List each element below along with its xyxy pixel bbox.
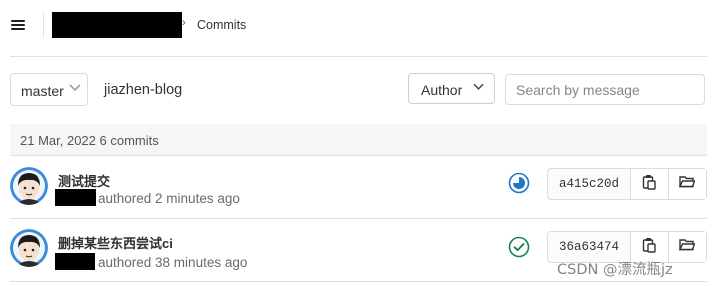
- commit-authored-time: authored 38 minutes ago: [98, 255, 248, 270]
- browse-files-button[interactable]: [667, 232, 706, 262]
- author-button-label: Author: [421, 82, 463, 98]
- divider: [43, 12, 44, 38]
- hamburger-icon[interactable]: [11, 18, 27, 32]
- row-divider: [10, 281, 707, 282]
- header-divider: [10, 56, 707, 57]
- search-input[interactable]: [505, 74, 705, 105]
- chevron-down-icon: [473, 82, 484, 94]
- redacted-author-name: [55, 253, 95, 270]
- breadcrumb-current[interactable]: Commits: [197, 18, 246, 32]
- pipeline-running-icon[interactable]: [508, 172, 530, 194]
- commit-sha[interactable]: a415c20d: [548, 169, 630, 199]
- redacted-project-name: [52, 12, 182, 38]
- folder-open-icon: [679, 175, 696, 193]
- day-group-label: 21 Mar, 2022 6 commits: [20, 133, 159, 148]
- commit-title[interactable]: 测试提交: [58, 171, 110, 190]
- clipboard-icon: [642, 174, 657, 195]
- commit-title[interactable]: 删掉某些东西尝试ci: [58, 233, 173, 252]
- branch-label: master: [21, 83, 64, 99]
- top-bar: › Commits: [0, 0, 717, 54]
- redacted-author-name: [55, 189, 96, 206]
- commit-row: 测试提交 authored 2 minutes ago a415c20d: [10, 157, 707, 219]
- chevron-down-icon: [69, 83, 81, 95]
- avatar[interactable]: [10, 229, 48, 267]
- copy-sha-button[interactable]: [629, 169, 668, 199]
- author-filter-button[interactable]: Author: [408, 73, 495, 104]
- commit-sha-group: a415c20d: [547, 168, 707, 200]
- row-divider: [10, 155, 707, 156]
- breadcrumb-separator: ›: [182, 17, 186, 29]
- pipeline-passed-icon[interactable]: [508, 236, 530, 258]
- watermark: CSDN @漂流瓶jz: [557, 262, 673, 278]
- repository-path: jiazhen-blog: [104, 82, 183, 98]
- clipboard-icon: [642, 237, 657, 258]
- branch-selector[interactable]: master: [10, 73, 88, 106]
- day-group-header: 21 Mar, 2022 6 commits: [10, 124, 707, 155]
- browse-files-button[interactable]: [667, 169, 706, 199]
- avatar[interactable]: [10, 167, 48, 205]
- commit-authored-time: authored 2 minutes ago: [98, 191, 240, 206]
- folder-open-icon: [679, 238, 696, 256]
